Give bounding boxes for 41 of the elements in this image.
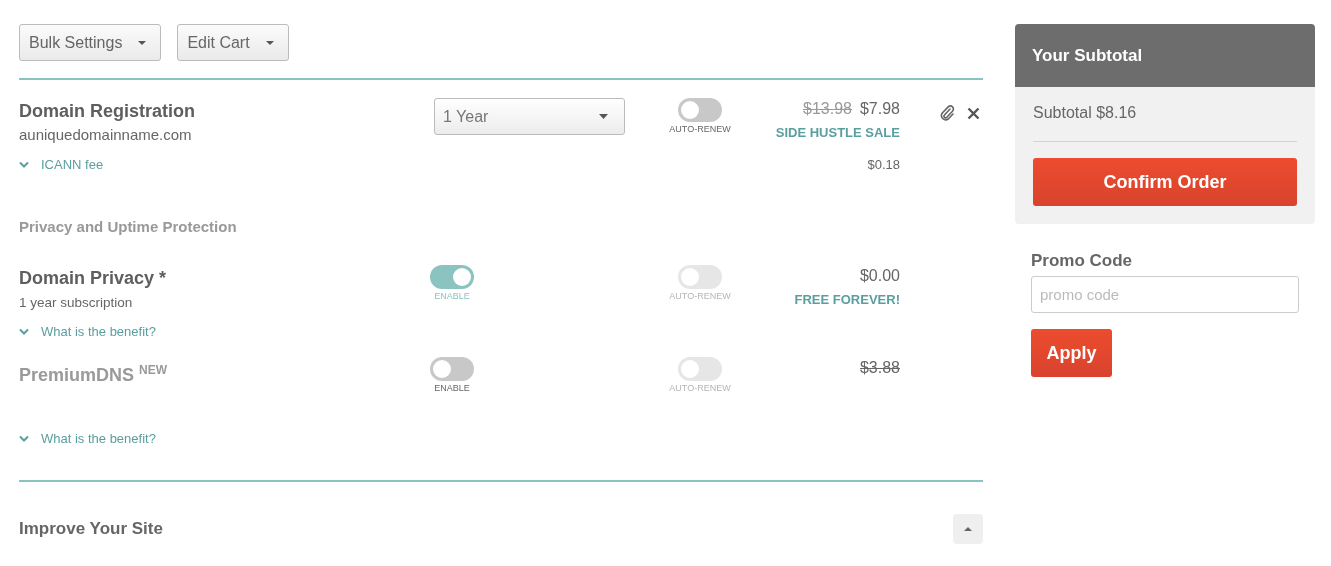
period-select[interactable]: 1 Year bbox=[434, 98, 625, 135]
promo-label: FREE FOREVER! bbox=[794, 292, 900, 307]
dropdown-button[interactable]: Bulk Settings bbox=[19, 24, 162, 61]
caret-icon bbox=[599, 114, 608, 119]
enable-toggle[interactable] bbox=[430, 357, 474, 381]
close-icon[interactable] bbox=[967, 106, 980, 120]
subtotal-text: Subtotal $8.16 bbox=[1033, 104, 1138, 122]
toggle-label: AUTO-RENEW bbox=[669, 124, 731, 134]
dropdown-button[interactable]: Edit Cart bbox=[177, 24, 289, 61]
price: $0.00 bbox=[859, 266, 900, 286]
item-title: Domain Registration bbox=[19, 100, 197, 122]
price: $7.98 bbox=[859, 99, 900, 119]
price: $3.88 bbox=[859, 358, 900, 378]
caret-icon bbox=[265, 40, 274, 45]
promo-code-field[interactable]: promo code bbox=[1031, 276, 1299, 313]
caret-icon bbox=[138, 40, 147, 45]
card-title: Your Subtotal bbox=[1032, 45, 1143, 66]
toggle-label: AUTO-RENEW bbox=[669, 383, 731, 393]
benefit-expander[interactable]: What is the benefit? bbox=[19, 431, 156, 446]
item-title: PremiumDNS $^{NEW}$ bbox=[19, 362, 169, 386]
item-subtitle: 1 year subscription bbox=[19, 295, 134, 310]
domain-name: auniquedomainname.com bbox=[19, 126, 193, 143]
field-label: Promo Code bbox=[1031, 251, 1134, 271]
section-heading: Privacy and Uptime Protection bbox=[19, 218, 238, 235]
toggle-label: ENABLE bbox=[434, 383, 470, 393]
enable-toggle[interactable] bbox=[430, 265, 474, 289]
toggle-label: AUTO-RENEW bbox=[669, 291, 731, 301]
old-price: $13.98 bbox=[803, 99, 852, 119]
promo-label: SIDE HUSTLE SALE bbox=[775, 125, 900, 140]
confirm-order-button[interactable]: Confirm Order bbox=[1033, 158, 1297, 206]
section-heading: Improve Your Site bbox=[19, 519, 163, 539]
paperclip-icon[interactable] bbox=[939, 104, 955, 122]
fee-price: $0.18 bbox=[867, 157, 900, 172]
auto-renew-toggle[interactable] bbox=[678, 98, 722, 122]
caret-icon bbox=[964, 527, 972, 531]
apply-button[interactable]: Apply bbox=[1031, 329, 1112, 377]
fee-expander[interactable]: ICANN fee bbox=[19, 157, 104, 172]
benefit-expander[interactable]: What is the benefit? bbox=[19, 324, 156, 339]
toggle-label: ENABLE bbox=[434, 291, 470, 301]
collapse-button[interactable] bbox=[953, 514, 983, 544]
item-title: Domain Privacy * bbox=[19, 267, 168, 289]
